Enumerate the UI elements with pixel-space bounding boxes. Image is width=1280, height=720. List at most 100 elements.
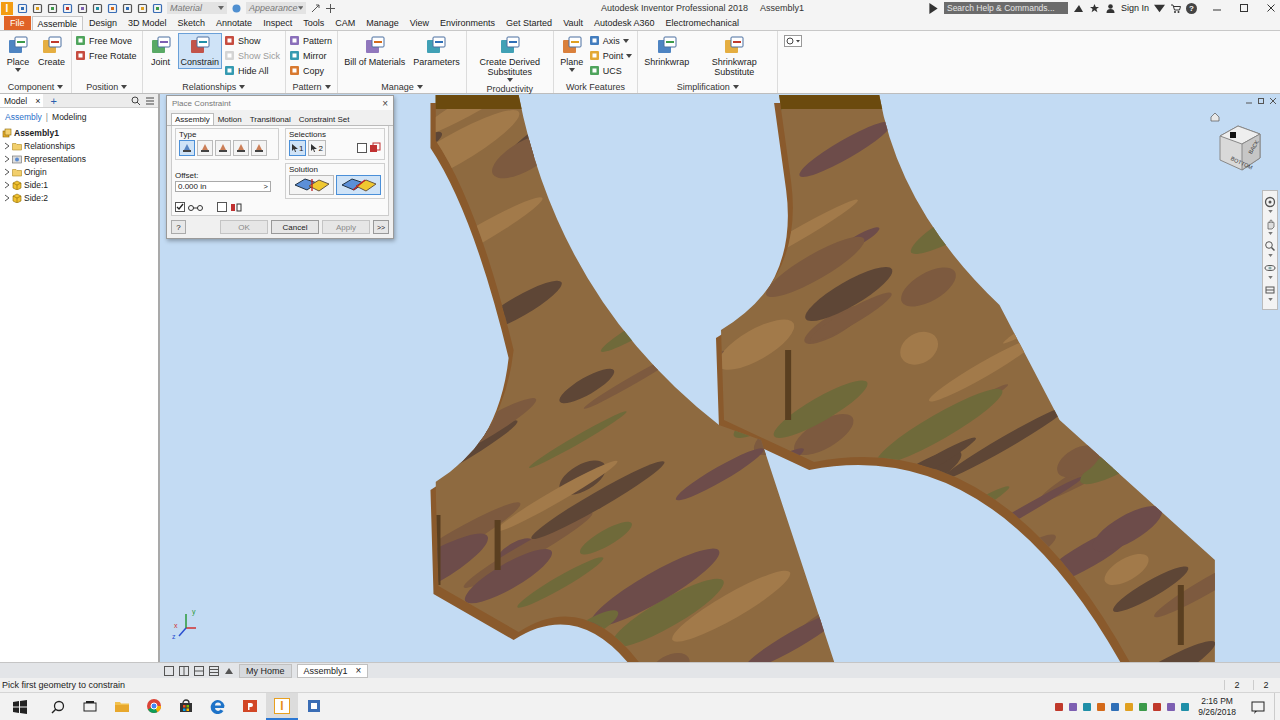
help-button[interactable]: ? — [171, 220, 186, 234]
window-layout-icon[interactable] — [179, 666, 189, 676]
close-view-icon[interactable] — [1269, 97, 1277, 105]
ribbon-tab[interactable]: File — [4, 16, 31, 30]
binoculars-icon[interactable] — [1073, 3, 1084, 14]
ribbon-small-button[interactable]: Point — [589, 49, 635, 62]
dropdown-arrow-icon[interactable] — [15, 68, 21, 72]
ribbon-tab[interactable]: Design — [84, 16, 122, 30]
side-1[interactable] — [370, 94, 1280, 662]
expand-icon[interactable] — [4, 155, 10, 163]
constraint-type-button[interactable] — [233, 140, 249, 156]
taskbar-app[interactable]: I — [266, 693, 298, 720]
cart-icon[interactable] — [1170, 3, 1181, 14]
appearance-dropdown[interactable]: Appearance — [246, 2, 306, 14]
close-document-button[interactable]: × — [356, 665, 362, 676]
maximize-icon[interactable] — [1237, 2, 1251, 14]
ribbon-small-button[interactable]: Axis — [589, 34, 635, 47]
side-2[interactable] — [410, 94, 1280, 662]
quick-access-icon[interactable] — [137, 3, 148, 14]
minimize-icon[interactable] — [1210, 2, 1224, 14]
expand-icon[interactable] — [928, 3, 939, 14]
zoom-icon[interactable] — [1264, 240, 1276, 252]
constraint-type-button[interactable] — [197, 140, 213, 156]
quick-access-icon[interactable] — [47, 3, 58, 14]
taskbar-app[interactable] — [106, 693, 138, 720]
document-tab[interactable]: My Home — [239, 664, 292, 678]
ribbon-tab[interactable]: Inspect — [258, 16, 297, 30]
quick-access-icon[interactable] — [107, 3, 118, 14]
ribbon-button[interactable]: Shrinkwrap — [641, 33, 692, 69]
pan-icon[interactable] — [1264, 218, 1276, 230]
ribbon-small-button[interactable]: Free Move — [75, 34, 139, 47]
selection-button[interactable]: 2 — [308, 140, 325, 156]
quick-access-icon[interactable] — [92, 3, 103, 14]
search-icon[interactable] — [42, 699, 74, 715]
expand-icon[interactable] — [4, 168, 10, 176]
ribbon-small-button[interactable]: Free Rotate — [75, 49, 139, 62]
ribbon-group-label[interactable]: Manage — [341, 81, 463, 93]
ribbon-tab[interactable]: Electromechanical — [661, 16, 745, 30]
dropdown-arrow-icon[interactable] — [569, 68, 575, 72]
option-checkbox[interactable] — [175, 202, 185, 212]
ribbon-button[interactable]: Plane — [557, 33, 587, 74]
ribbon-button[interactable]: Shrinkwrap Substitute — [694, 33, 774, 79]
tree-item[interactable]: Side:2 — [0, 191, 158, 204]
dialog-tab[interactable]: Transitional — [246, 113, 295, 125]
option-checkbox[interactable] — [217, 202, 227, 212]
dialog-tab[interactable]: Assembly — [171, 113, 214, 125]
dialog-close-button[interactable]: × — [382, 98, 388, 109]
ribbon-button[interactable]: Joint — [146, 33, 176, 69]
ribbon-options-icon[interactable] — [784, 35, 802, 47]
sign-in-dropdown-icon[interactable] — [1154, 3, 1165, 14]
restore-view-icon[interactable] — [1257, 97, 1265, 105]
taskbar-app[interactable] — [202, 693, 234, 720]
help-search[interactable]: Search Help & Commands... — [944, 2, 1068, 14]
tray-icon[interactable] — [1080, 702, 1094, 712]
app-logo[interactable]: I — [1, 2, 13, 15]
windows-start-icon[interactable] — [0, 699, 42, 715]
taskbar-app[interactable] — [234, 693, 266, 720]
ribbon-small-button[interactable]: UCS — [589, 64, 635, 77]
document-tab[interactable]: Assembly1 × — [297, 664, 369, 678]
tray-icon[interactable] — [1066, 702, 1080, 712]
tray-icon[interactable] — [1150, 702, 1164, 712]
adjust-icon[interactable] — [310, 3, 321, 14]
tree-item[interactable]: Origin — [0, 165, 158, 178]
expand-icon[interactable] — [4, 142, 10, 150]
ribbon-small-button[interactable]: Show — [224, 34, 282, 47]
ribbon-small-button[interactable]: Mirror — [289, 49, 334, 62]
ribbon-tab[interactable]: Tools — [298, 16, 329, 30]
ribbon-tab[interactable]: Environments — [435, 16, 500, 30]
taskbar-app[interactable] — [170, 693, 202, 720]
taskbar-app[interactable] — [138, 693, 170, 720]
expand-icon[interactable] — [4, 194, 10, 202]
tray-icon[interactable] — [1164, 702, 1178, 712]
ribbon-group-label[interactable]: Position — [75, 81, 139, 93]
ribbon-tab[interactable]: Manage — [361, 16, 404, 30]
dropdown-arrow-icon[interactable] — [623, 39, 629, 43]
window-layout-icon[interactable] — [164, 666, 174, 676]
clock[interactable]: 2:16 PM 9/26/2018 — [1192, 696, 1242, 718]
ribbon-tab[interactable]: Sketch — [173, 16, 211, 30]
quick-access-icon[interactable] — [77, 3, 88, 14]
close-icon[interactable] — [1264, 2, 1278, 14]
selection-button[interactable]: 1 — [289, 140, 306, 156]
ribbon-tab[interactable]: CAM — [330, 16, 360, 30]
expand-icon[interactable] — [4, 181, 10, 189]
window-layout-icon[interactable] — [194, 666, 204, 676]
dialog-button[interactable]: Cancel — [271, 220, 319, 234]
ribbon-group-label[interactable]: Simplification — [641, 81, 774, 93]
quick-access-icon[interactable] — [122, 3, 133, 14]
offset-input[interactable]: 0.000 in> — [175, 181, 271, 192]
ribbon-tab[interactable]: Autodesk A360 — [589, 16, 660, 30]
quick-access-icon[interactable] — [32, 3, 43, 14]
home-icon[interactable] — [1210, 112, 1220, 122]
quick-access-icon[interactable] — [62, 3, 73, 14]
view-cube[interactable]: BACK BOTTOM — [1210, 112, 1266, 176]
notifications-icon[interactable] — [1242, 699, 1274, 715]
quick-access-icon[interactable] — [152, 3, 163, 14]
ribbon-tab[interactable]: 3D Model — [123, 16, 172, 30]
ribbon-group-label[interactable]: Pattern — [289, 81, 334, 93]
tree-item[interactable]: Side:1 — [0, 178, 158, 191]
graphics-window[interactable]: BACK BOTTOM x y z Place Constraint × Ass… — [160, 94, 1280, 662]
sign-in[interactable]: Sign In — [1121, 3, 1149, 13]
